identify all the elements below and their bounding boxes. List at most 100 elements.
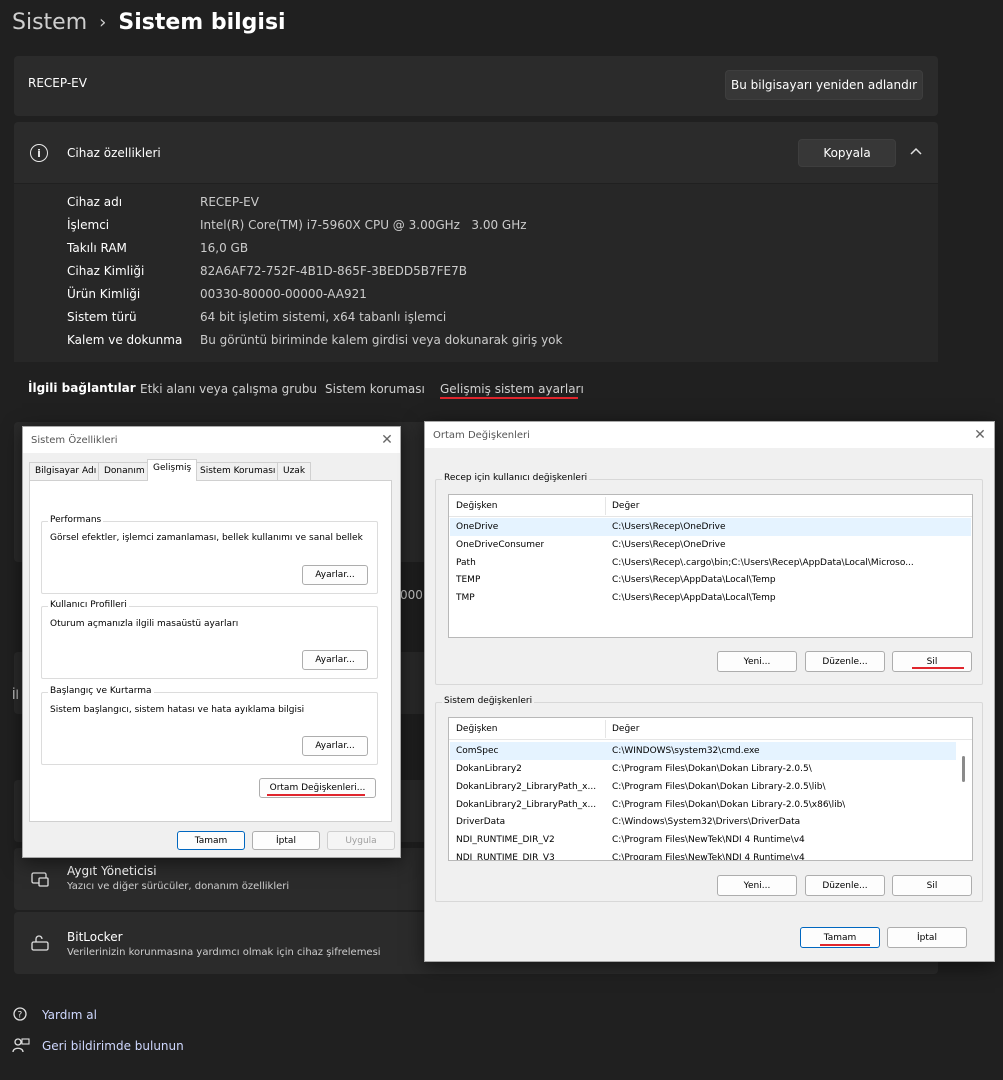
spec-label: Cihaz Kimliği [67,264,145,278]
chevron-up-icon[interactable] [908,144,924,160]
tab-system-protection[interactable]: Sistem Koruması [194,462,282,480]
scrollbar-thumb[interactable] [962,756,965,782]
related-links-title: İlgili bağlantılar [28,381,136,395]
table-row[interactable]: Path C:\Users\Recep\.cargo\bin;C:\Users\R… [450,554,971,572]
info-icon: i [30,144,48,162]
system-variables-list[interactable]: Değişken Değer ComSpec C:\WINDOWS\system3… [448,717,973,861]
performance-settings-button[interactable]: Ayarlar... [302,565,368,585]
column-value[interactable]: Değer [612,501,639,511]
column-variable[interactable]: Değişken [456,501,498,511]
tab-remote[interactable]: Uzak [277,462,312,480]
row-name: DriverData [456,817,506,827]
environment-variables-dialog: Ortam Değişkenleri ✕ Recep için kullanıc… [424,421,995,962]
table-row[interactable]: TEMP C:\Users\Recep\AppData\Local\Temp [450,571,971,589]
table-row[interactable]: OneDriveConsumer C:\Users\Recep\OneDrive [450,536,971,554]
column-value[interactable]: Değer [612,724,639,734]
user-variables-list[interactable]: Değişken Değer OneDrive C:\Users\Recep\On… [448,494,973,638]
row-name: DokanLibrary2 [456,764,522,774]
row-value: C:\Users\Recep\AppData\Local\Temp [612,575,776,585]
get-help-link[interactable]: Yardım al [42,1008,97,1022]
chevron-right-icon: › [99,11,107,33]
row-name: Path [456,558,476,568]
covered-text-fragment: İl [12,688,19,702]
table-row[interactable]: NDI_RUNTIME_DIR_V3 C:\Program Files\NewTe… [450,849,956,860]
row-name: TEMP [456,575,481,585]
row-value: C:\Users\Recep\OneDrive [612,540,726,550]
annotation-underline [440,397,578,399]
row-name: OneDrive [456,522,499,532]
tab-advanced[interactable]: Gelişmiş [147,459,198,481]
system-new-button[interactable]: Yeni... [717,875,797,896]
list-header: Değişken Değer [449,718,972,740]
system-variables-label: Sistem değişkenleri [442,696,535,706]
spec-value: Intel(R) Core(TM) i7-5960X CPU @ 3.00GHz… [200,218,527,232]
performance-desc: Görsel efektler, işlemci zamanlaması, be… [50,533,363,543]
annotation-underline [912,667,964,669]
table-row[interactable]: DokanLibrary2_LibraryPath_x... C:\Program… [450,796,956,814]
bitlocker-subtitle: Verilerinizin korunmasına yardımcı olmak… [67,947,381,958]
user-new-button[interactable]: Yeni... [717,651,797,672]
spec-row: Kalem ve dokunma Bu görüntü biriminde kal… [67,333,562,347]
startup-recovery-desc: Sistem başlangıcı, sistem hatası ve hata… [50,705,305,715]
spec-label: İşlemci [67,218,110,232]
system-protection-link[interactable]: Sistem koruması [325,382,425,396]
row-name: ComSpec [456,746,499,756]
user-edit-button[interactable]: Düzenle... [805,651,885,672]
startup-recovery-settings-button[interactable]: Ayarlar... [302,736,368,756]
tab-hardware[interactable]: Donanım [98,462,151,480]
domain-workgroup-link[interactable]: Etki alanı veya çalışma grubu [140,382,317,396]
device-specs-title: Cihaz özellikleri [67,146,161,160]
spec-label: Takılı RAM [67,241,127,255]
feedback-link[interactable]: Geri bildirimde bulunun [42,1039,184,1053]
tab-panel-advanced: Bu değişikliklerin çoğu için Yönetici ol… [29,480,392,822]
svg-text:?: ? [18,1011,23,1021]
spec-label: Ürün Kimliği [67,287,141,301]
table-row[interactable]: DokanLibrary2_LibraryPath_x... C:\Program… [450,778,956,796]
page-title: Sistem bilgisi [118,9,286,35]
row-value: C:\Windows\System32\Drivers\DriverData [612,817,801,827]
row-value: C:\Program Files\Dokan\Dokan Library-2.0… [612,782,826,792]
close-icon[interactable]: ✕ [971,426,989,444]
scrollbar[interactable] [957,741,971,860]
row-value: C:\Users\Recep\AppData\Local\Temp [612,593,776,603]
tab-computer-name[interactable]: Bilgisayar Adı [29,462,103,480]
table-row[interactable]: ComSpec C:\WINDOWS\system32\cmd.exe [450,742,956,760]
table-row[interactable]: DriverData C:\Windows\System32\Drivers\Dr… [450,813,956,831]
ok-button[interactable]: Tamam [177,831,245,850]
column-divider [605,720,606,738]
user-profiles-label: Kullanıcı Profilleri [48,600,129,610]
table-row[interactable]: TMP C:\Users\Recep\AppData\Local\Temp [450,589,971,607]
feedback-icon [12,1038,30,1053]
row-name: NDI_RUNTIME_DIR_V2 [456,835,555,845]
spec-label: Cihaz adı [67,195,123,209]
row-value: C:\Program Files\NewTek\NDI 4 Runtime\v4 [612,835,805,845]
advanced-system-settings-link[interactable]: Gelişmiş sistem ayarları [440,382,584,396]
admin-note: Bu değişikliklerin çoğu için Yönetici ol… [45,493,347,503]
spec-row: Ürün Kimliği 00330-80000-00000-AA921 [67,287,367,301]
row-value: C:\WINDOWS\system32\cmd.exe [612,746,760,756]
system-delete-button[interactable]: Sil [892,875,972,896]
table-row[interactable]: OneDrive C:\Users\Recep\OneDrive [450,518,971,536]
help-icon: ? [13,1007,27,1021]
system-edit-button[interactable]: Düzenle... [805,875,885,896]
spec-value: 00330-80000-00000-AA921 [200,287,367,301]
breadcrumb: Sistem › Sistem bilgisi [12,6,286,38]
spec-value: 64 bit işletim sistemi, x64 tabanlı işle… [200,310,447,324]
breadcrumb-parent[interactable]: Sistem [12,10,87,35]
table-row[interactable]: NDI_RUNTIME_DIR_V2 C:\Program Files\NewTe… [450,831,956,849]
cancel-button[interactable]: İptal [887,927,967,948]
cancel-button[interactable]: İptal [252,831,320,850]
close-icon[interactable]: ✕ [378,431,396,449]
column-variable[interactable]: Değişken [456,724,498,734]
table-row[interactable]: DokanLibrary2 C:\Program Files\Dokan\Doka… [450,760,956,778]
user-profiles-settings-button[interactable]: Ayarlar... [302,650,368,670]
rename-pc-button[interactable]: Bu bilgisayarı yeniden adlandır [725,70,923,100]
device-specs-header[interactable]: i Cihaz özellikleri Kopyala [14,122,938,183]
spec-value: 82A6AF72-752F-4B1D-865F-3BEDD5B7FE7B [200,264,467,278]
copy-button[interactable]: Kopyala [798,139,896,167]
annotation-underline [820,944,870,946]
spec-value: 16,0 GB [200,241,249,255]
dialog-title: Ortam Değişkenleri [433,430,530,441]
device-manager-subtitle: Yazıcı ve diğer sürücüler, donanım özell… [67,881,290,892]
spec-value: RECEP-EV [200,195,259,209]
